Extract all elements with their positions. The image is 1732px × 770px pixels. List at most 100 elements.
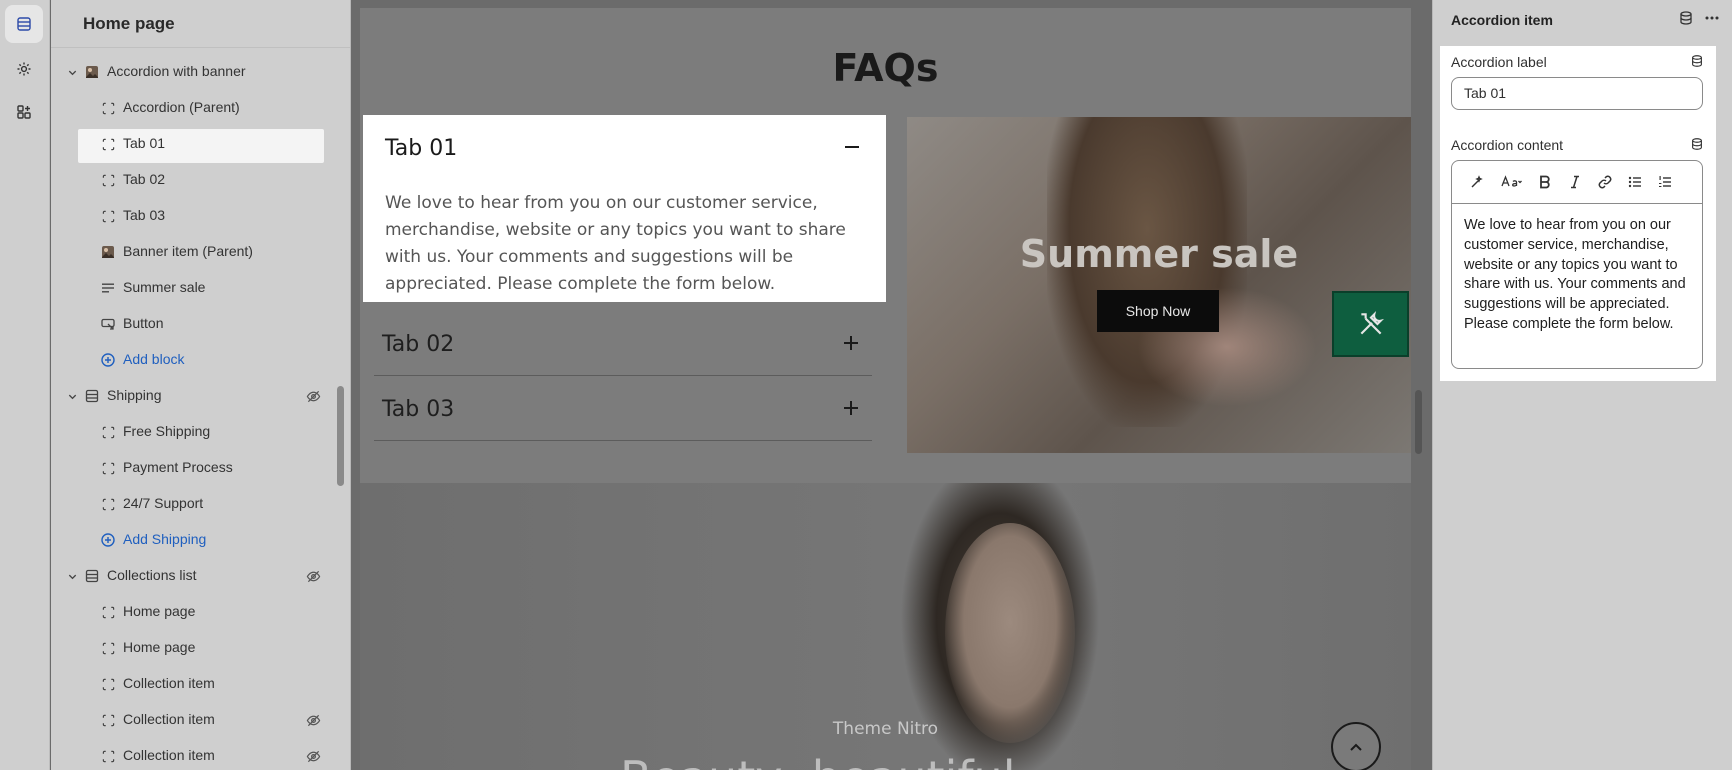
- tree-item-label: Accordion (Parent): [123, 99, 240, 115]
- block-icon: [101, 425, 115, 439]
- accordion-title: Tab 01: [385, 136, 458, 161]
- button-icon: [101, 317, 115, 331]
- tree-item-accordion-parent[interactable]: Accordion (Parent): [51, 91, 350, 125]
- accordion-body: We love to hear from you on our customer…: [385, 193, 846, 294]
- tree-item-button[interactable]: Button: [51, 307, 350, 341]
- block-icon: [101, 677, 115, 691]
- sections-icon[interactable]: [5, 5, 43, 43]
- tools-icon[interactable]: [1332, 291, 1409, 357]
- tree-item-collection-item[interactable]: Collection item: [51, 703, 350, 737]
- tree-item-accordion-with-banner[interactable]: Accordion with banner: [51, 55, 350, 89]
- hero-heading: Beauty, beautiful: [620, 751, 1016, 770]
- rich-text-editor[interactable]: We love to hear from you on our customer…: [1451, 160, 1703, 369]
- tree-item-24-7-support[interactable]: 24/7 Support: [51, 487, 350, 521]
- preview-canvas: FAQs Tab 01 We love to hear from you on …: [360, 8, 1411, 770]
- panel-actions: [1678, 10, 1720, 26]
- database-icon[interactable]: [1678, 10, 1694, 26]
- panel-title: Accordion item: [1451, 12, 1553, 28]
- banner-image-icon: [101, 245, 115, 259]
- tree-item-label: Collection item: [123, 747, 215, 763]
- shop-now-button[interactable]: Shop Now: [1097, 290, 1219, 332]
- hero-banner: Theme Nitro Beauty, beautiful: [360, 483, 1411, 770]
- plus-icon[interactable]: [842, 399, 860, 417]
- tree-item-label: Home page: [123, 603, 196, 619]
- chevron-down-icon[interactable]: [66, 66, 78, 78]
- block-icon: [101, 713, 115, 727]
- italic-icon[interactable]: [1560, 167, 1590, 197]
- accordion-title: Tab 02: [382, 332, 455, 357]
- tree-item-label: Banner item (Parent): [123, 243, 253, 259]
- gear-icon[interactable]: [5, 50, 43, 88]
- accordion-item[interactable]: Tab 02: [374, 311, 872, 376]
- accordion-item[interactable]: Tab 03: [374, 376, 872, 441]
- hero-subtitle: Theme Nitro: [832, 719, 939, 739]
- tree-item-label: Tab 02: [123, 171, 166, 187]
- magic-icon[interactable]: [1462, 167, 1492, 197]
- tree-item-collection-item[interactable]: Collection item: [51, 667, 350, 701]
- block-icon: [101, 209, 115, 223]
- chevron-down-icon[interactable]: [66, 570, 78, 582]
- scroll-top-icon[interactable]: [1331, 722, 1381, 770]
- add-block-button[interactable]: Add block: [51, 343, 350, 377]
- left-rail: [0, 0, 50, 770]
- tree-item-free-shipping[interactable]: Free Shipping: [51, 415, 350, 449]
- chevron-down-icon[interactable]: [66, 390, 78, 402]
- rte-toolbar: [1452, 161, 1702, 204]
- accordion-label-input[interactable]: Tab 01: [1451, 77, 1703, 110]
- faq-title: FAQs: [832, 46, 939, 90]
- dynamic-source-icon[interactable]: [1690, 54, 1704, 68]
- eye-off-icon[interactable]: [305, 388, 321, 404]
- tree-item-home-page[interactable]: Home page: [51, 595, 350, 629]
- numbered-list-icon[interactable]: [1650, 167, 1680, 197]
- eye-off-icon[interactable]: [305, 712, 321, 728]
- tree-item-label: Collections list: [107, 567, 197, 583]
- link-icon[interactable]: [1590, 167, 1620, 197]
- text-lines-icon: [101, 281, 115, 295]
- bullet-list-icon[interactable]: [1620, 167, 1650, 197]
- tree-item-label: Shipping: [107, 387, 162, 403]
- block-icon: [101, 137, 115, 151]
- add-circle-icon: [101, 353, 115, 367]
- tree-item-label: Tab 03: [123, 207, 166, 223]
- add-shipping-button[interactable]: Add Shipping: [51, 523, 350, 557]
- banner-image: Summer sale Shop Now: [907, 117, 1411, 453]
- bold-icon[interactable]: [1530, 167, 1560, 197]
- minus-icon[interactable]: [843, 138, 861, 156]
- block-icon: [101, 641, 115, 655]
- tree-item-shipping[interactable]: Shipping: [51, 379, 350, 413]
- tree-item-tab-02[interactable]: Tab 02: [51, 163, 350, 197]
- tree-item-collections-list[interactable]: Collections list: [51, 559, 350, 593]
- tree-item-tab-03[interactable]: Tab 03: [51, 199, 350, 233]
- tree-item-label: 24/7 Support: [123, 495, 204, 511]
- accordion-item-open[interactable]: Tab 01 We love to hear from you on our c…: [363, 115, 886, 302]
- eye-off-icon[interactable]: [305, 568, 321, 584]
- tree-item-label: Add block: [123, 351, 185, 367]
- canvas-scrollbar[interactable]: [1415, 390, 1422, 454]
- plus-icon[interactable]: [842, 334, 860, 352]
- tree-item-label: Add Shipping: [123, 531, 207, 547]
- tree-item-label: Free Shipping: [123, 423, 211, 439]
- apps-icon[interactable]: [5, 93, 43, 131]
- content-field-label: Accordion content: [1451, 137, 1564, 153]
- settings-panel: Accordion item Accordion label Tab 01 Ac…: [1433, 0, 1732, 770]
- tree-item-collection-item[interactable]: Collection item: [51, 739, 350, 770]
- banner-image-icon: [85, 65, 99, 79]
- tree-item-home-page[interactable]: Home page: [51, 631, 350, 665]
- eye-off-icon[interactable]: [305, 748, 321, 764]
- tree-item-banner-item-parent[interactable]: Banner item (Parent): [51, 235, 350, 269]
- more-icon[interactable]: [1704, 10, 1720, 26]
- text-style-icon[interactable]: [1492, 167, 1530, 197]
- dynamic-source-icon[interactable]: [1690, 137, 1704, 151]
- tree-item-label: Payment Process: [123, 459, 233, 475]
- tree-item-summer-sale[interactable]: Summer sale: [51, 271, 350, 305]
- tree-item-tab-01[interactable]: Tab 01: [51, 127, 350, 163]
- sections-sidebar: Home page Accordion with banner Accordion…: [51, 0, 351, 770]
- block-icon: [101, 461, 115, 475]
- rte-content[interactable]: We love to hear from you on our customer…: [1452, 204, 1702, 347]
- tree-item-label: Button: [123, 315, 164, 331]
- tree-item-label: Accordion with banner: [107, 63, 246, 79]
- block-icon: [101, 497, 115, 511]
- hero-photo-face: [945, 523, 1075, 743]
- tree-item-payment-process[interactable]: Payment Process: [51, 451, 350, 485]
- sidebar-scrollbar[interactable]: [337, 386, 344, 486]
